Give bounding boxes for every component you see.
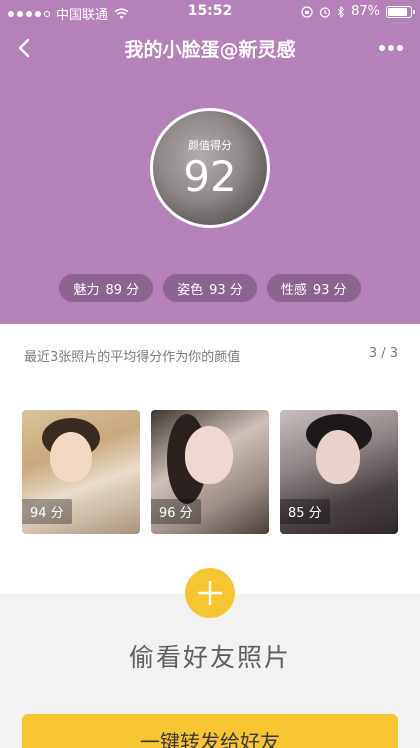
photos-panel: 最近3张照片的平均得分作为你的颜值 3 / 3 94 分 96 分 85 分: [0, 324, 420, 594]
trait-name: 性感: [280, 282, 307, 298]
more-dots-icon: [397, 45, 403, 51]
more-dots-icon: [379, 45, 385, 51]
chevron-left-icon: [18, 38, 30, 58]
trait-scores: 魅力 89 分 姿色 93 分 性感 93 分: [0, 274, 420, 302]
photo-score: 94 分: [22, 499, 72, 524]
more-button[interactable]: [374, 36, 408, 60]
trait-name: 魅力: [73, 282, 100, 298]
score-value: 92: [183, 152, 237, 201]
photos-counter: 3 / 3: [368, 346, 398, 361]
trait-value: 93 分: [209, 282, 243, 298]
trait-value: 89 分: [105, 282, 140, 298]
bluetooth-icon: [337, 5, 345, 18]
share-to-friends-button[interactable]: 一键转发给好友: [22, 714, 398, 748]
more-dots-icon: [388, 45, 394, 51]
battery-percent: 87%: [351, 4, 380, 19]
photo-thumbnail[interactable]: 94 分: [22, 410, 140, 534]
peek-friends-title: 偷看好友照片: [128, 643, 291, 672]
back-button[interactable]: [8, 32, 40, 64]
status-right: 87%: [301, 4, 415, 19]
alarm-icon: [319, 6, 331, 18]
trait-pill-sexy: 性感 93 分: [266, 274, 361, 302]
battery-icon: [386, 5, 415, 18]
photos-description: 最近3张照片的平均得分作为你的颜值: [24, 350, 241, 365]
trait-value: 93 分: [312, 282, 347, 298]
photo-thumbnail[interactable]: 96 分: [151, 410, 269, 534]
add-photo-button[interactable]: [185, 568, 235, 618]
score-label: 颜值得分: [188, 139, 232, 152]
plus-icon: [198, 581, 222, 605]
photo-subject-face: [316, 430, 360, 484]
photo-grid: 94 分 96 分 85 分: [22, 410, 398, 534]
photo-score: 96 分: [151, 499, 201, 524]
trait-name: 姿色: [177, 282, 204, 298]
nav-bar: 我的小脸蛋@新灵感: [0, 24, 420, 72]
photos-info-row: 最近3张照片的平均得分作为你的颜值 3 / 3: [24, 346, 398, 365]
score-avatar: 颜值得分 92: [150, 108, 270, 228]
photo-subject-face: [185, 426, 233, 484]
battery-level: [388, 7, 408, 16]
profile-header: 我的小脸蛋@新灵感 颜值得分 92 魅力 89 分 姿色 93 分 性感 93 …: [0, 24, 420, 324]
rotation-lock-icon: [301, 5, 313, 18]
status-bar: 中国联通 15:52 87%: [0, 0, 420, 24]
trait-pill-charm: 魅力 89 分: [59, 274, 154, 302]
trait-pill-looks: 姿色 93 分: [163, 274, 257, 302]
photo-subject-face: [50, 432, 92, 482]
photo-thumbnail[interactable]: 85 分: [280, 410, 398, 534]
page-title: 我的小脸蛋@新灵感: [124, 39, 296, 61]
photo-score: 85 分: [280, 499, 330, 524]
